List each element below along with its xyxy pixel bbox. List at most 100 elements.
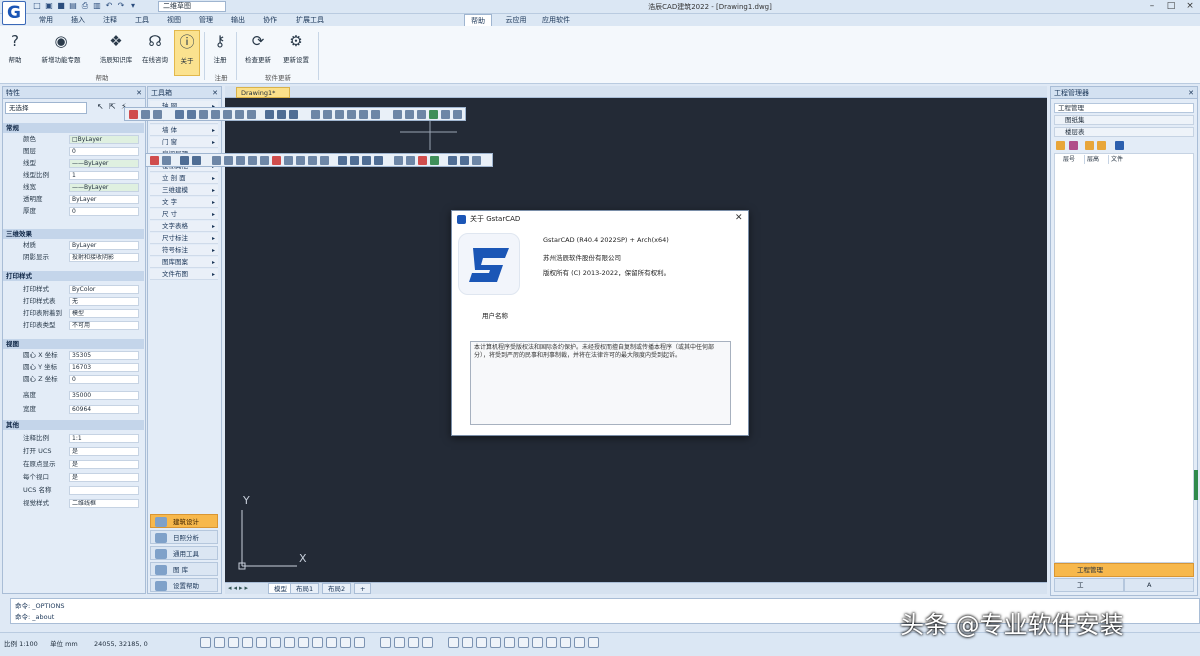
property-row[interactable]: 在原点显示是	[3, 459, 144, 470]
tool-category[interactable]: 文字表格 ▸	[150, 221, 218, 232]
section-misc[interactable]: 其他	[3, 420, 144, 430]
donut-icon[interactable]	[284, 156, 293, 165]
annotation-icon[interactable]	[340, 637, 351, 648]
nav-architecture[interactable]: 建筑设计	[150, 514, 218, 528]
isolate-icon[interactable]	[394, 637, 405, 648]
property-row[interactable]: 视觉样式 二维线框	[3, 498, 144, 509]
unit-readout[interactable]: 单位 mm	[50, 639, 78, 649]
break-icon[interactable]	[277, 110, 286, 119]
tool-category[interactable]: 墙 体 ▸	[150, 125, 218, 136]
dropdown-icon[interactable]: ▾	[128, 1, 138, 11]
open-folder-icon[interactable]	[1085, 141, 1094, 150]
property-row[interactable]: 线宽 ——ByLayer	[3, 182, 144, 193]
array-icon[interactable]	[187, 110, 196, 119]
property-row[interactable]: 注释比例 1:1	[3, 433, 144, 444]
dim-linear-icon[interactable]	[338, 156, 347, 165]
property-row[interactable]: 线型 ——ByLayer	[3, 158, 144, 169]
tab-ext-tools[interactable]: 扩展工具	[288, 14, 332, 26]
ray-icon[interactable]	[248, 156, 257, 165]
tool-category[interactable]: 图库图案 ▸	[150, 257, 218, 268]
table-icon[interactable]	[429, 110, 438, 119]
erase-icon[interactable]	[129, 110, 138, 119]
customize-icon[interactable]	[560, 637, 571, 648]
ellipse-icon[interactable]	[371, 110, 380, 119]
property-row[interactable]: 高度 35000	[3, 390, 144, 401]
property-row[interactable]: 线型比例 1	[3, 170, 144, 181]
close-icon[interactable]: ✕	[136, 87, 142, 99]
mline-icon[interactable]	[320, 156, 329, 165]
tab-cloud[interactable]: 云应用	[498, 14, 534, 26]
redo-icon[interactable]: ↷	[116, 1, 126, 11]
scale-readout[interactable]: 比例 1:100	[4, 639, 38, 649]
property-row[interactable]: 打开 UCS 是	[3, 446, 144, 457]
section-general[interactable]: 常规	[3, 123, 144, 133]
join-icon[interactable]	[289, 110, 298, 119]
tool-category[interactable]: 文 字 ▸	[150, 197, 218, 208]
dynamic-input-icon[interactable]	[326, 637, 337, 648]
tab-a[interactable]: A	[1124, 578, 1194, 592]
folder-icon[interactable]	[1056, 141, 1065, 150]
region-icon[interactable]	[417, 110, 426, 119]
polar-icon[interactable]	[242, 637, 253, 648]
ucs-toggle-icon[interactable]	[380, 637, 391, 648]
tab-collab[interactable]: 协作	[256, 14, 284, 26]
tolerance-icon[interactable]	[406, 156, 415, 165]
help-button[interactable]: ? 帮助	[4, 30, 26, 76]
steering-wheel-icon[interactable]	[532, 637, 543, 648]
plot-icon[interactable]: ▥	[92, 1, 102, 11]
hardware-accel-icon[interactable]	[408, 637, 419, 648]
property-row[interactable]: 圆心 Y 坐标 16703	[3, 362, 144, 373]
property-row[interactable]: 打印表附着到 模型	[3, 308, 144, 319]
pan-icon[interactable]	[490, 637, 501, 648]
property-row[interactable]: 透明度 ByLayer	[3, 194, 144, 205]
property-row[interactable]: 材质 ByLayer	[3, 240, 144, 251]
tool-category[interactable]: 尺 寸 ▸	[150, 209, 218, 220]
tool-category[interactable]: 立 剖 面 ▸	[150, 173, 218, 184]
drawing-tab[interactable]: Drawing1*	[236, 87, 290, 98]
property-row[interactable]: 打印样式 ByColor	[3, 284, 144, 295]
tab-insert[interactable]: 插入	[64, 14, 92, 26]
rotate-icon[interactable]	[211, 110, 220, 119]
tab-tools[interactable]: 工具	[128, 14, 156, 26]
toolbar-lock-icon[interactable]	[574, 637, 585, 648]
workspace-icon[interactable]	[354, 637, 365, 648]
dim-edit-icon[interactable]	[430, 156, 439, 165]
save-icon[interactable]: ■	[56, 1, 66, 11]
dim-radius-icon[interactable]	[362, 156, 371, 165]
selection-dropdown[interactable]: 无选择	[5, 102, 87, 114]
sheet-set-row[interactable]: 图纸集	[1054, 115, 1194, 125]
undo-icon[interactable]: ↶	[104, 1, 114, 11]
print-icon[interactable]: ⎙	[80, 1, 90, 11]
copy-icon[interactable]	[141, 110, 150, 119]
close-icon[interactable]: ✕	[212, 87, 218, 99]
osnap-icon[interactable]	[256, 637, 267, 648]
property-row[interactable]: 厚度 0	[3, 206, 144, 217]
nav-library[interactable]: 图 库	[150, 562, 218, 576]
dim-aligned-icon[interactable]	[350, 156, 359, 165]
lock-icon[interactable]	[1115, 141, 1124, 150]
property-row[interactable]: 每个视口是	[3, 472, 144, 483]
app-logo-icon[interactable]: G	[2, 1, 26, 25]
license-textbox[interactable]: 本计算机程序受版权法和国际条约保护。未经授权而擅自复制或传播本程序（或其中任何部…	[470, 341, 731, 425]
about-button[interactable]: ⓘ 关于	[174, 30, 200, 76]
section-plot-style[interactable]: 打印样式	[3, 271, 144, 281]
tab-view[interactable]: 视图	[160, 14, 188, 26]
tab-output[interactable]: 输出	[224, 14, 252, 26]
hatch-icon[interactable]	[393, 110, 402, 119]
grid-icon[interactable]	[180, 156, 189, 165]
workspace-select[interactable]: 二维草图	[158, 1, 226, 12]
tool-category[interactable]: 三维建模 ▸	[150, 185, 218, 196]
layout-tab-1[interactable]: 布局1	[290, 583, 320, 594]
minimize-button[interactable]: –	[1143, 0, 1161, 13]
new-icon[interactable]: □	[32, 1, 42, 11]
model-space-icon[interactable]	[448, 637, 459, 648]
whats-new-button[interactable]: ◉ 新增功能专题	[30, 30, 92, 76]
online-support-button[interactable]: ☊ 在线咨询	[138, 30, 172, 76]
boundary-icon[interactable]	[308, 156, 317, 165]
scale-icon[interactable]	[223, 110, 232, 119]
tool-category[interactable]: 文件布图 ▸	[150, 269, 218, 280]
selection-cycling-icon[interactable]	[312, 637, 323, 648]
dialog-close-icon[interactable]: ✕	[735, 213, 743, 224]
register-button[interactable]: ⚷ 注册	[208, 30, 232, 76]
viewport-icon[interactable]	[460, 156, 469, 165]
